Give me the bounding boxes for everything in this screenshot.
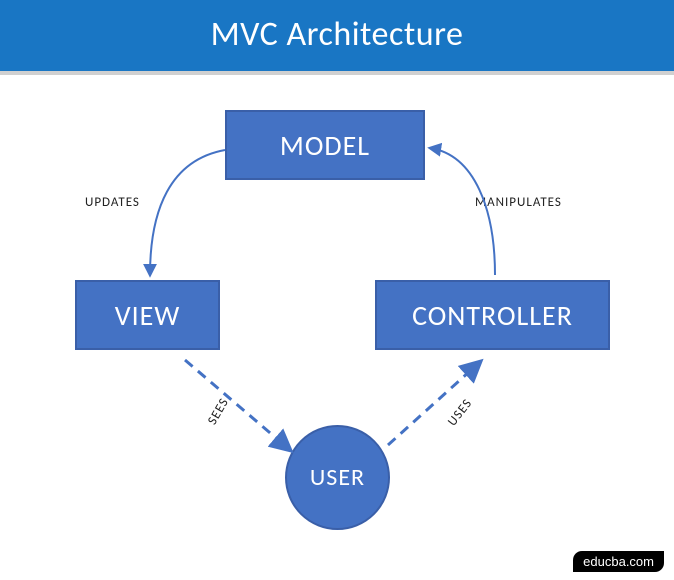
page-title: MVC Architecture: [0, 0, 674, 75]
edge-label-uses: USES: [445, 396, 476, 429]
edge-label-updates: UPDATES: [85, 195, 140, 210]
node-controller: CONTROLLER: [375, 280, 610, 350]
node-view: VIEW: [75, 280, 220, 350]
edge-label-manipulates: MANIPULATES: [475, 195, 562, 210]
attribution-badge: educba.com: [573, 551, 664, 572]
edge-label-sees: SEES: [205, 395, 232, 427]
node-user: USER: [285, 425, 390, 530]
node-controller-label: CONTROLLER: [412, 298, 573, 333]
arrow-controller-to-model: [430, 148, 495, 275]
arrow-model-to-view: [150, 150, 225, 275]
node-view-label: VIEW: [115, 298, 181, 333]
node-model: MODEL: [225, 110, 425, 180]
node-user-label: USER: [310, 463, 365, 492]
arrow-view-to-user: [185, 360, 290, 450]
node-model-label: MODEL: [280, 128, 370, 163]
